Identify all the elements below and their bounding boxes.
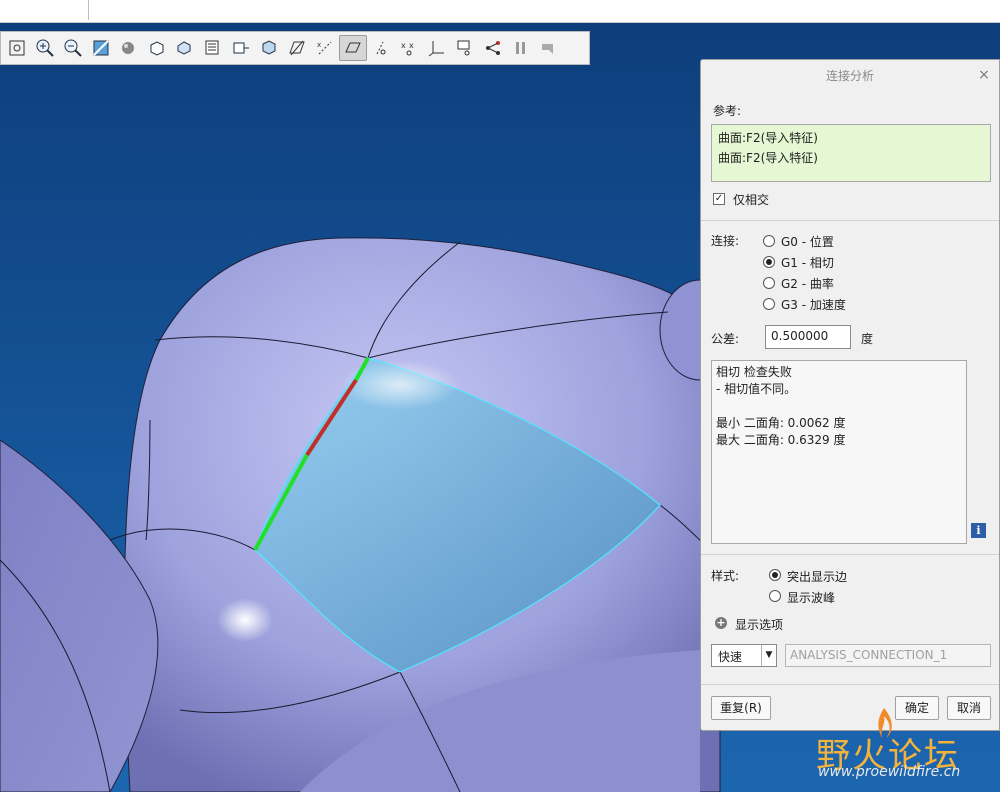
plane-display-icon[interactable] [283, 35, 311, 61]
next-icon[interactable] [535, 35, 563, 61]
style-label: 样式: [711, 569, 740, 583]
dialog-title: 连接分析 [825, 69, 874, 83]
view-manager-icon[interactable] [199, 35, 227, 61]
csys-display-icon[interactable] [367, 35, 395, 61]
result-line [716, 398, 962, 415]
mode-select-value: 快速 [718, 650, 743, 664]
point-tag-icon[interactable] [451, 35, 479, 61]
result-panel: 相切 检查失败 - 相切值不同。 最小 二面角: 0.0062 度 最大 二面角… [711, 360, 967, 544]
radio-g1-label: G1 - 相切 [781, 256, 834, 270]
watermark-url: www.proewildfire.cn [818, 764, 961, 780]
radio-g2[interactable] [763, 277, 775, 289]
view-toolbar: x xx [0, 31, 590, 65]
ok-button[interactable]: 确定 [895, 696, 939, 720]
svg-text:x: x [317, 41, 321, 49]
radio-g2-label: G2 - 曲率 [781, 277, 834, 291]
plane-tag-icon[interactable] [423, 35, 451, 61]
reference-item[interactable]: 曲面:F2(导入特征) [718, 148, 984, 168]
radio-highlight-edges[interactable] [769, 569, 781, 581]
display-options-label[interactable]: 显示选项 [735, 616, 783, 633]
tolerance-unit: 度 [861, 332, 874, 346]
result-line: 相切 检查失败 [716, 365, 792, 379]
reset-button[interactable]: 重复(R) [711, 696, 771, 720]
result-line: - 相切值不同。 [716, 382, 797, 396]
result-line: 最大 二面角: 0.6329 度 [716, 433, 846, 447]
perspective-icon[interactable] [227, 35, 255, 61]
saved-orientations-icon[interactable] [143, 35, 171, 61]
divider [701, 684, 999, 685]
zoom-out-icon[interactable] [59, 35, 87, 61]
info-icon[interactable]: i [971, 523, 986, 538]
refit-icon[interactable] [3, 35, 31, 61]
pause-icon[interactable] [507, 35, 535, 61]
display-style-icon[interactable] [115, 35, 143, 61]
connection-label: 连接: [711, 234, 740, 248]
radio-highlight-edges-label: 突出显示边 [787, 570, 848, 584]
radio-g3[interactable] [763, 298, 775, 310]
axis-display-icon[interactable]: x [311, 35, 339, 61]
zoom-in-icon[interactable] [31, 35, 59, 61]
svg-text:x: x [409, 41, 414, 50]
radio-g1[interactable] [763, 256, 775, 268]
csys-tag-icon[interactable] [479, 35, 507, 61]
intersect-only-checkbox[interactable]: ✓ [713, 193, 725, 205]
intersect-only-label: 仅相交 [733, 193, 770, 207]
connection-analysis-dialog: 连接分析 × 参考: 曲面:F2(导入特征) 曲面:F2(导入特征) ✓ 仅相交… [700, 59, 1000, 731]
svg-text:x: x [401, 41, 406, 50]
named-views-icon[interactable] [171, 35, 199, 61]
reference-label: 参考: [713, 104, 742, 118]
top-separator [88, 0, 89, 20]
divider [701, 554, 999, 555]
tolerance-input[interactable]: 0.500000 [765, 325, 851, 349]
cancel-button[interactable]: 取消 [947, 696, 991, 720]
divider [701, 220, 999, 221]
radio-show-peaks-label: 显示波峰 [787, 591, 836, 605]
expand-plus-icon[interactable]: + [715, 617, 727, 629]
chevron-down-icon[interactable]: ▼ [761, 645, 776, 666]
section-icon[interactable] [255, 35, 283, 61]
radio-g0-label: G0 - 位置 [781, 235, 834, 249]
reference-list[interactable]: 曲面:F2(导入特征) 曲面:F2(导入特征) [711, 124, 991, 182]
result-line: 最小 二面角: 0.0062 度 [716, 416, 846, 430]
reference-item[interactable]: 曲面:F2(导入特征) [718, 128, 984, 148]
radio-g3-label: G3 - 加速度 [781, 298, 846, 312]
mode-select[interactable]: 快速 ▼ [711, 644, 777, 667]
analysis-name-input[interactable]: ANALYSIS_CONNECTION_1 [785, 644, 991, 667]
close-icon[interactable]: × [977, 68, 991, 82]
radio-g0[interactable] [763, 235, 775, 247]
annotation-display-icon[interactable]: xx [395, 35, 423, 61]
point-display-icon[interactable] [339, 35, 367, 61]
radio-show-peaks[interactable] [769, 590, 781, 602]
repaint-icon[interactable] [87, 35, 115, 61]
top-bar [0, 0, 1000, 23]
tolerance-label: 公差: [711, 332, 740, 346]
